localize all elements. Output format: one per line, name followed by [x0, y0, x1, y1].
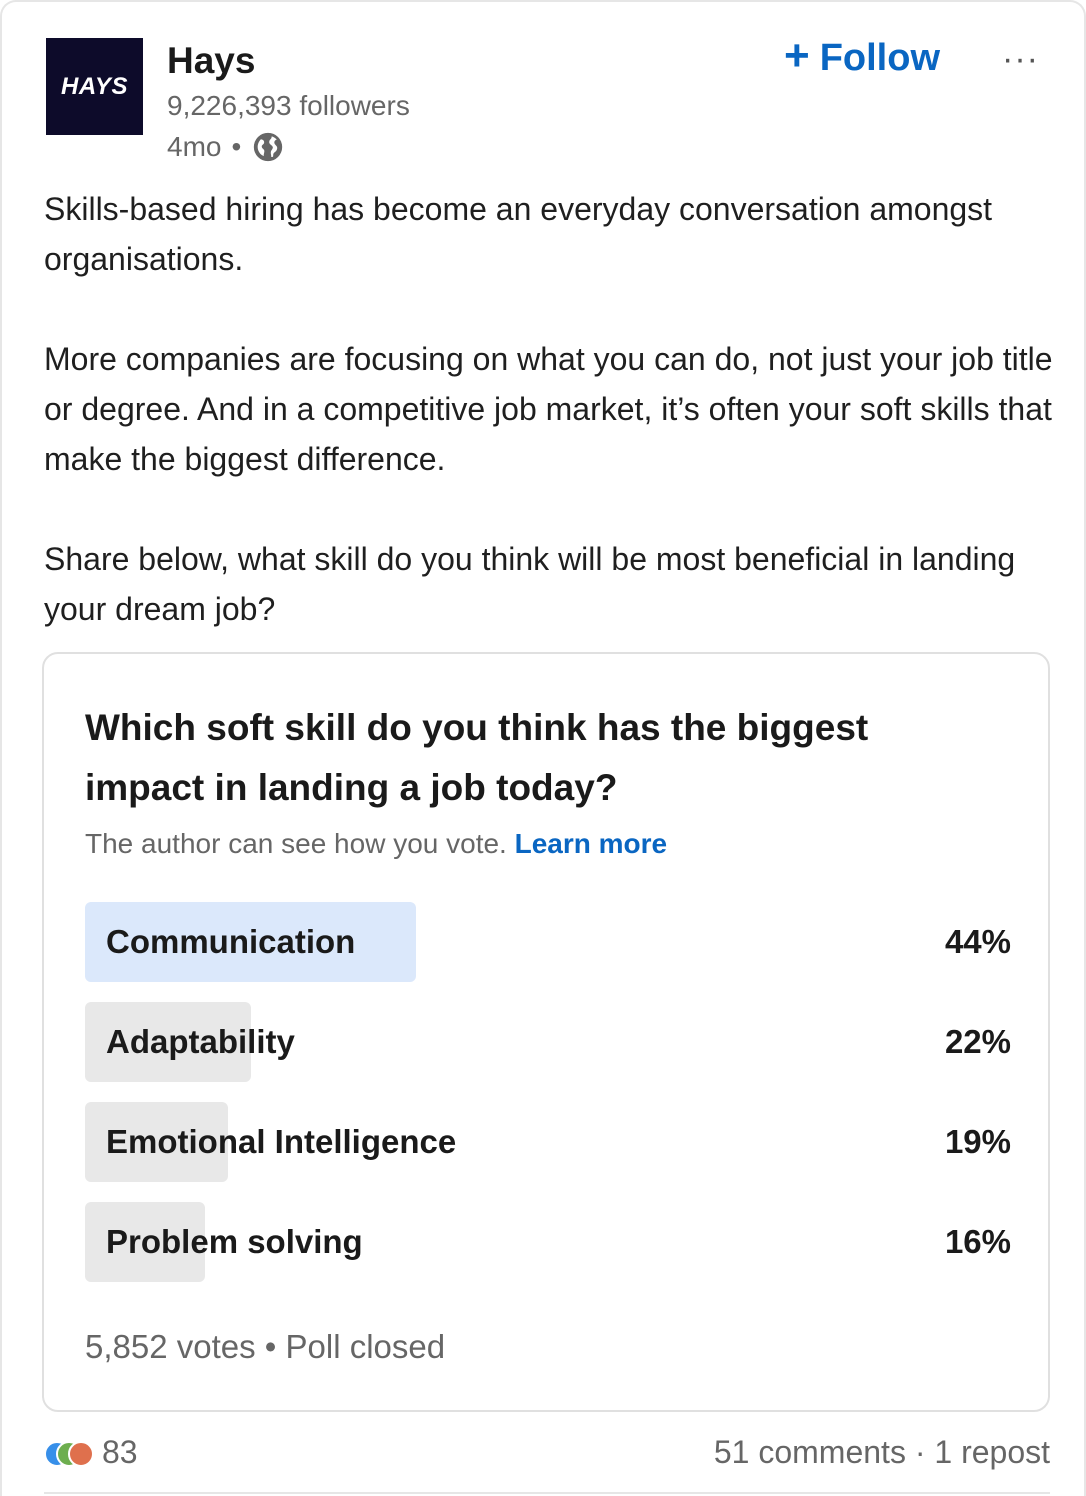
poll-card: Which soft skill do you think has the bi… [42, 652, 1050, 1412]
poll-option[interactable]: Adaptability 22% [85, 1002, 1011, 1082]
post-paragraph: Skills-based hiring has become an everyd… [44, 191, 993, 277]
company-logo[interactable]: HAYS [46, 38, 143, 135]
comments-reposts: 51 comments · 1 repost [714, 1434, 1050, 1471]
poll-option-label: Emotional Intelligence [106, 1123, 457, 1160]
poll-option-percent: 44% [944, 923, 1011, 960]
poll-option[interactable]: Emotional Intelligence 19% [85, 1102, 1011, 1182]
follower-count: 9,226,393 followers [167, 90, 410, 121]
reposts-link[interactable]: 1 repost [934, 1434, 1050, 1470]
post-age: 4mo [167, 131, 222, 162]
poll-status: Poll closed [285, 1328, 446, 1365]
social-counts: 83 51 comments · 1 repost [44, 1434, 1050, 1478]
post-body: Skills-based hiring has become an everyd… [44, 184, 1054, 634]
poll-option-label: Adaptability [106, 1023, 295, 1060]
logo-text: HAYS [61, 72, 128, 100]
reactions-summary[interactable]: 83 [44, 1434, 138, 1471]
love-icon [68, 1440, 94, 1467]
post-paragraph: More companies are focusing on what you … [44, 341, 1053, 477]
comments-link[interactable]: 51 comments [714, 1434, 906, 1470]
poll-option-label: Problem solving [106, 1223, 363, 1260]
poll-note-text: The author can see how you vote. [85, 828, 507, 859]
poll-option-percent: 19% [944, 1123, 1011, 1160]
post-meta: 4mo • [167, 130, 285, 164]
globe-icon [254, 132, 283, 162]
post-header: HAYS Hays 9,226,393 followers 4mo • + Fo… [46, 34, 1056, 168]
divider [44, 1492, 1050, 1494]
poll-privacy-note: The author can see how you vote. Learn m… [85, 828, 667, 860]
meta-separator: • [231, 131, 242, 162]
post-card: HAYS Hays 9,226,393 followers 4mo • + Fo… [0, 0, 1086, 1496]
company-name[interactable]: Hays [167, 40, 255, 82]
footer-separator: • [264, 1328, 277, 1365]
poll-footer: 5,852 votes • Poll closed [85, 1328, 445, 1366]
vote-count[interactable]: 5,852 votes [85, 1328, 256, 1365]
post-paragraph: Share below, what skill do you think wil… [44, 541, 1016, 627]
poll-option-percent: 22% [944, 1023, 1011, 1060]
plus-icon: + [784, 31, 810, 80]
reaction-count: 83 [102, 1434, 138, 1470]
more-options-icon[interactable]: ··· [1002, 40, 1039, 79]
poll-option-label: Communication [106, 923, 356, 960]
learn-more-link[interactable]: Learn more [515, 828, 668, 859]
follow-label: Follow [819, 36, 941, 79]
reaction-icons [44, 1437, 94, 1469]
poll-question: Which soft skill do you think has the bi… [85, 707, 869, 808]
follow-button[interactable]: + Follow [784, 34, 941, 79]
poll-option[interactable]: Problem solving 16% [85, 1202, 1011, 1282]
social-separator: · [914, 1434, 926, 1470]
poll-option-percent: 16% [944, 1223, 1011, 1260]
poll-option[interactable]: Communication 44% [85, 902, 1011, 982]
